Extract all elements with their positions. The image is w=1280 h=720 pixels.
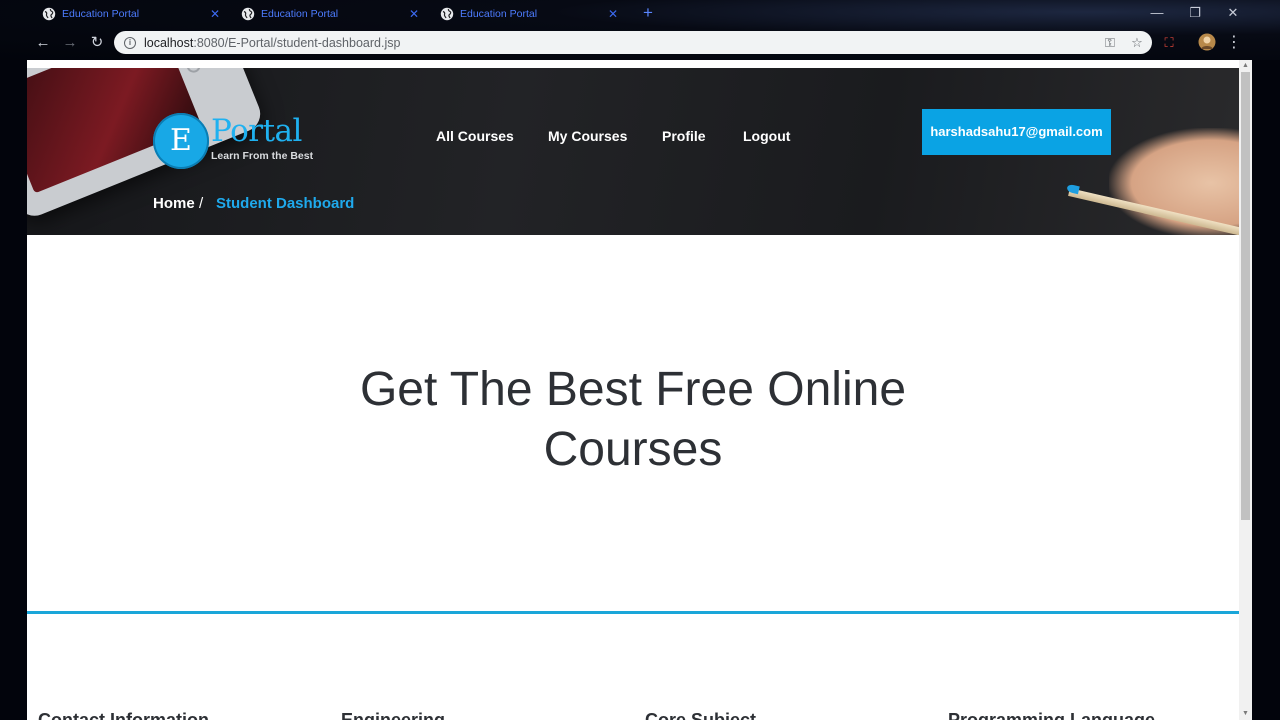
scroll-up-icon[interactable]: ▲: [1239, 60, 1252, 72]
scroll-down-icon[interactable]: ▼: [1239, 708, 1252, 720]
globe-icon: [241, 7, 255, 21]
browser-tab-3[interactable]: Education Portal ✕: [428, 3, 624, 25]
breadcrumb-home[interactable]: Home: [153, 195, 195, 212]
scroll-thumb[interactable]: [1241, 72, 1250, 520]
menu-dots-icon[interactable]: ⋮: [1224, 33, 1244, 53]
close-icon[interactable]: ✕: [206, 5, 224, 23]
address-bar[interactable]: i localhost:8080/E-Portal/student-dashbo…: [114, 31, 1152, 54]
headline-line-1: Get The Best Free Online: [359, 363, 907, 416]
logo-wordmark[interactable]: Portal: [211, 114, 302, 148]
url-text: localhost:8080/E-Portal/student-dashboar…: [144, 35, 401, 50]
header-banner: E Portal Learn From the Best All Courses…: [27, 68, 1239, 235]
nav-logout[interactable]: Logout: [743, 128, 790, 146]
profile-avatar[interactable]: [1197, 33, 1217, 53]
pdf-extension-icon[interactable]: ⛶: [1159, 33, 1179, 53]
key-icon[interactable]: ⚿: [1100, 31, 1120, 54]
new-tab-button[interactable]: +: [639, 4, 657, 22]
section-divider: [27, 611, 1239, 614]
breadcrumb-separator: /: [199, 195, 204, 212]
user-email-button[interactable]: harshadsahu17@gmail.com: [922, 109, 1111, 155]
browser-tab-2[interactable]: Education Portal ✕: [229, 3, 425, 25]
nav-all-courses[interactable]: All Courses: [436, 128, 514, 146]
minimize-icon[interactable]: —: [1147, 4, 1167, 22]
tab-title: Education Portal: [62, 8, 140, 20]
page-scrollbar[interactable]: ▲ ▼: [1239, 60, 1252, 720]
close-icon[interactable]: ✕: [405, 5, 423, 23]
logo-tagline: Learn From the Best: [211, 150, 314, 162]
browser-tab-1[interactable]: Education Portal ✕: [30, 3, 226, 25]
close-icon[interactable]: ✕: [604, 5, 622, 23]
globe-icon: [440, 7, 454, 21]
restore-icon[interactable]: ❐: [1185, 4, 1205, 22]
browser-toolbar: ← → ↻ i localhost:8080/E-Portal/student-…: [0, 28, 1280, 58]
forward-arrow-icon[interactable]: →: [60, 33, 80, 53]
top-strip: [27, 60, 1239, 68]
nav-profile[interactable]: Profile: [662, 128, 706, 146]
footer-heading-contact: Contact Information: [38, 710, 209, 720]
window-close-icon[interactable]: ✕: [1223, 4, 1243, 22]
globe-icon: [42, 7, 56, 21]
footer-heading-core-subject: Core Subject: [645, 710, 757, 720]
tab-title: Education Portal: [460, 8, 538, 20]
tab-title: Education Portal: [261, 8, 339, 20]
logo-mark[interactable]: E: [153, 113, 209, 169]
tab-strip: Education Portal ✕ Education Portal ✕ Ed…: [0, 0, 1280, 28]
page-headline: Get The Best Free Online Courses: [27, 360, 1239, 480]
info-icon[interactable]: i: [124, 36, 136, 49]
page-viewport: E Portal Learn From the Best All Courses…: [27, 60, 1252, 720]
browser-chrome: Education Portal ✕ Education Portal ✕ Ed…: [0, 0, 1280, 60]
back-arrow-icon[interactable]: ←: [33, 33, 53, 53]
footer-heading-programming: Programming Language: [948, 710, 1156, 720]
breadcrumb-current: Student Dashboard: [216, 195, 355, 212]
star-icon[interactable]: ☆: [1127, 31, 1147, 54]
footer-heading-engineering: Engineering: [341, 710, 446, 720]
reload-icon[interactable]: ↻: [87, 33, 107, 53]
headline-line-2: Courses: [543, 423, 723, 476]
nav-my-courses[interactable]: My Courses: [548, 128, 627, 146]
